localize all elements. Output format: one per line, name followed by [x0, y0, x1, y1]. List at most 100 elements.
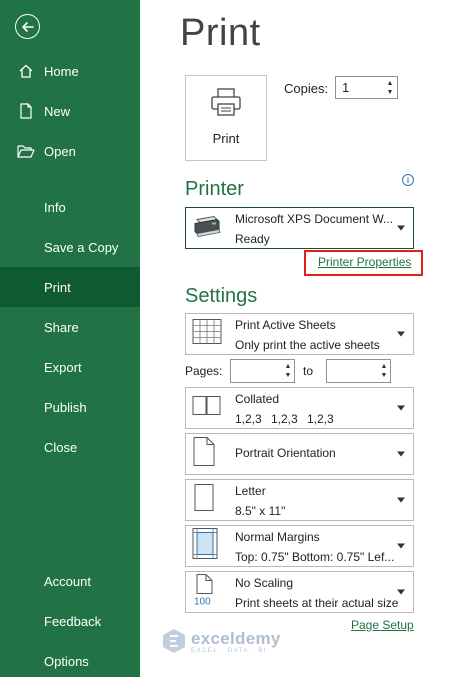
pages-from-input[interactable]: ▲ ▼: [230, 359, 295, 383]
print-button-label: Print: [212, 131, 240, 146]
sidebar-item-export[interactable]: Export: [0, 347, 140, 387]
sidebar-item-label: Publish: [44, 399, 87, 415]
spin-up-icon[interactable]: ▲: [381, 362, 388, 371]
orientation-title: Portrait Orientation: [235, 446, 336, 460]
print-what-title: Print Active Sheets: [235, 318, 336, 332]
margins-icon: [192, 528, 218, 565]
back-arrow-icon: [21, 21, 34, 32]
chevron-down-icon: [397, 451, 405, 457]
scaling-subtitle: Print sheets at their actual size: [235, 596, 399, 610]
printer-icon: [210, 87, 242, 122]
chevron-down-icon: [397, 543, 405, 549]
paper-size-icon: [192, 483, 216, 518]
collation-subtitle-3: 1,2,3: [307, 412, 334, 426]
sidebar-item-options[interactable]: Options: [0, 641, 140, 677]
sidebar-item-label: Close: [44, 439, 78, 455]
printer-section-title: Printer: [185, 178, 244, 200]
sidebar-item-label: Share: [44, 319, 79, 335]
margins-dropdown[interactable]: Normal Margins Top: 0.75" Bottom: 0.75" …: [185, 525, 414, 567]
spin-down-icon[interactable]: ▼: [387, 88, 394, 97]
printer-device-icon: [192, 214, 222, 243]
sidebar-item-save-a-copy[interactable]: Save a Copy: [0, 227, 140, 267]
sidebar-item-label: Info: [44, 199, 66, 215]
sidebar-item-home[interactable]: Home: [0, 51, 140, 91]
pages-to-spinner[interactable]: ▲ ▼: [378, 360, 390, 382]
folder-open-icon: [17, 142, 35, 160]
svg-text:100: 100: [194, 597, 211, 606]
copies-value: 1: [342, 80, 350, 95]
chevron-down-icon: [397, 405, 405, 411]
copies-stepper[interactable]: 1 ▲ ▼: [335, 76, 398, 99]
page-title: Print: [180, 12, 261, 54]
collation-subtitle-1: 1,2,3: [235, 412, 262, 426]
scaling-icon: 100: [192, 574, 218, 611]
sidebar-item-label: Account: [44, 573, 91, 589]
margins-title: Normal Margins: [235, 530, 320, 544]
watermark-tagline: EXCEL · DATA · BI: [191, 647, 268, 654]
sidebar-item-print[interactable]: Print: [0, 267, 140, 307]
backstage-view: Home New Open Info Save a Copy Print Sha…: [0, 0, 462, 677]
printer-properties-link[interactable]: Printer Properties: [318, 255, 411, 269]
chevron-down-icon: [397, 331, 405, 337]
print-button[interactable]: Print: [185, 75, 267, 161]
sidebar-item-account[interactable]: Account: [0, 561, 140, 601]
backstage-sidebar: Home New Open Info Save a Copy Print Sha…: [0, 0, 140, 677]
page-setup-link[interactable]: Page Setup: [351, 618, 414, 632]
paper-size-title: Letter: [235, 484, 266, 498]
watermark-name: exceldemy: [191, 628, 281, 648]
sidebar-item-new[interactable]: New: [0, 91, 140, 131]
spin-down-icon[interactable]: ▼: [285, 371, 292, 380]
sidebar-item-publish[interactable]: Publish: [0, 387, 140, 427]
exceldemy-logo-icon: [163, 629, 185, 653]
printer-dropdown[interactable]: Microsoft XPS Document W... Ready: [185, 207, 414, 249]
pages-to-label: to: [303, 364, 314, 378]
portrait-page-icon: [192, 437, 216, 472]
pages-to-input[interactable]: ▲ ▼: [326, 359, 391, 383]
chevron-down-icon: [397, 497, 405, 503]
print-what-subtitle: Only print the active sheets: [235, 338, 380, 352]
printer-status: Ready: [235, 232, 270, 246]
paper-size-dropdown[interactable]: Letter 8.5" x 11": [185, 479, 414, 521]
sidebar-item-label: Export: [44, 359, 82, 375]
pages-label: Pages:: [185, 364, 223, 378]
sidebar-item-label: Feedback: [44, 613, 102, 629]
copies-spinner[interactable]: ▲ ▼: [383, 77, 397, 98]
spin-down-icon[interactable]: ▼: [381, 371, 388, 380]
sidebar-item-label: Options: [44, 653, 89, 669]
sidebar-item-label: Home: [44, 63, 79, 79]
scaling-title: No Scaling: [235, 576, 294, 590]
chevron-down-icon: [397, 589, 405, 595]
paper-size-subtitle: 8.5" x 11": [235, 504, 286, 518]
sidebar-item-close[interactable]: Close: [0, 427, 140, 467]
orientation-dropdown[interactable]: Portrait Orientation: [185, 433, 414, 475]
print-pane: Print Print Copies: 1 ▲ ▼ Printer i Micr…: [140, 0, 462, 677]
back-button[interactable]: [15, 14, 40, 39]
collated-pages-icon: [192, 395, 222, 422]
collation-title: Collated: [235, 392, 280, 406]
sidebar-item-label: Print: [44, 279, 71, 295]
pages-from-spinner[interactable]: ▲ ▼: [282, 360, 294, 382]
sheet-grid-icon: [192, 319, 222, 350]
spin-up-icon[interactable]: ▲: [387, 79, 394, 88]
spin-up-icon[interactable]: ▲: [285, 362, 292, 371]
sidebar-item-label: Open: [44, 143, 76, 159]
chevron-down-icon: [397, 225, 405, 231]
collation-dropdown[interactable]: Collated 1,2,3 1,2,3 1,2,3: [185, 387, 414, 429]
info-icon[interactable]: i: [402, 174, 414, 186]
collation-subtitle-2: 1,2,3: [271, 412, 298, 426]
new-document-icon: [17, 102, 35, 120]
copies-label: Copies:: [284, 81, 329, 96]
sidebar-item-label: New: [44, 103, 71, 119]
scaling-dropdown[interactable]: 100 No Scaling Print sheets at their act…: [185, 571, 414, 613]
home-icon: [17, 62, 35, 80]
sidebar-item-feedback[interactable]: Feedback: [0, 601, 140, 641]
print-what-dropdown[interactable]: Print Active Sheets Only print the activ…: [185, 313, 414, 355]
margins-subtitle: Top: 0.75" Bottom: 0.75" Lef...: [235, 550, 395, 564]
sidebar-item-info[interactable]: Info: [0, 187, 140, 227]
exceldemy-watermark: exceldemy EXCEL · DATA · BI: [162, 628, 281, 654]
sidebar-item-label: Save a Copy: [44, 239, 119, 255]
settings-section-title: Settings: [185, 285, 258, 307]
sidebar-item-share[interactable]: Share: [0, 307, 140, 347]
printer-name: Microsoft XPS Document W...: [235, 212, 394, 226]
sidebar-item-open[interactable]: Open: [0, 131, 140, 171]
